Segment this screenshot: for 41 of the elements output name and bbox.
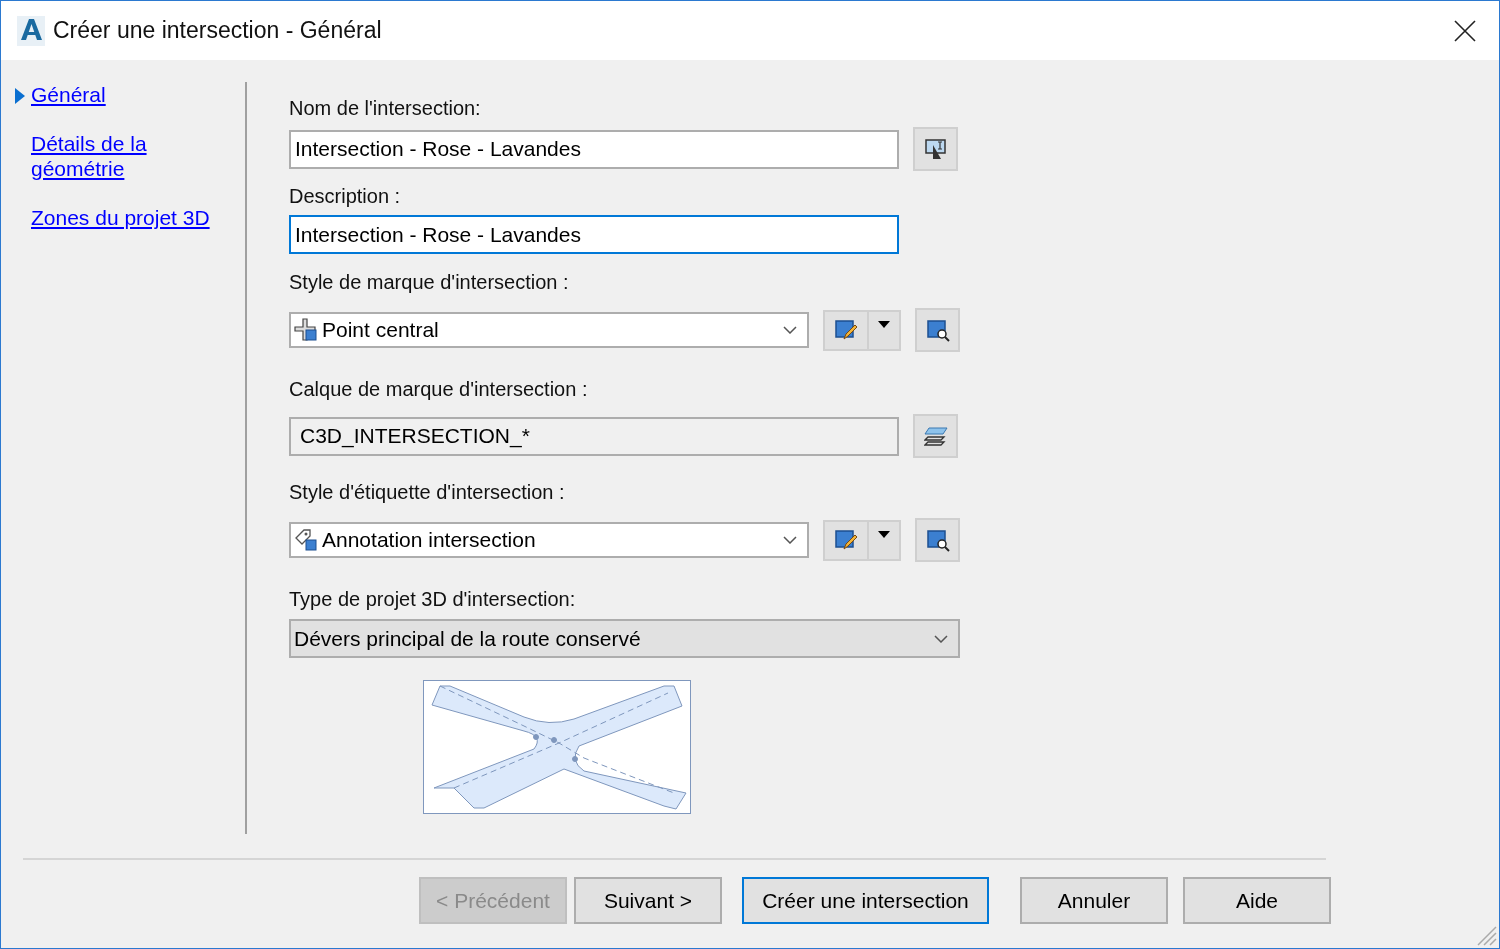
field-label: Style de marque d'intersection : — [289, 270, 570, 294]
preview-button[interactable] — [915, 518, 960, 562]
field-label: Calque de marque d'intersection : — [289, 377, 589, 401]
style-dropdown[interactable]: Annotation intersection — [289, 522, 809, 558]
preview-magnifier-icon — [925, 318, 950, 342]
field-label: Type de projet 3D d'intersection: — [289, 587, 577, 611]
edit-style-icon — [834, 318, 858, 342]
field-label: Nom de l'intersection: — [289, 96, 482, 120]
field-label: Style d'étiquette d'intersection : — [289, 480, 566, 504]
dialog-button[interactable]: Annuler — [1020, 877, 1168, 924]
chevron-down-icon — [783, 326, 797, 334]
pick-from-drawing-icon — [923, 137, 948, 161]
style-dropdown[interactable]: Point central — [289, 312, 809, 348]
text-input[interactable]: Intersection - Rose - Lavandes — [289, 129, 899, 169]
type-dropdown[interactable]: Dévers principal de la route conservé — [289, 619, 960, 658]
dialog-button[interactable]: Créer une intersection — [742, 877, 989, 924]
app-logo-icon — [17, 15, 45, 46]
dialog-button[interactable]: Aide — [1183, 877, 1331, 924]
text-input[interactable]: Intersection - Rose - Lavandes — [289, 215, 899, 254]
window-title: Créer une intersection - Général — [53, 17, 383, 44]
chevron-down-icon — [783, 536, 797, 544]
edit-style-icon — [834, 528, 858, 552]
close-icon — [1454, 19, 1476, 42]
preview-button[interactable] — [915, 308, 960, 352]
caret-icon — [878, 320, 890, 328]
layers-icon — [923, 425, 948, 447]
edit-split-button[interactable] — [823, 309, 901, 351]
sidebar-link[interactable]: Général — [31, 82, 106, 107]
caret-icon — [878, 530, 890, 538]
sidebar-link[interactable]: Zones du projet 3D — [31, 205, 210, 230]
layer-button[interactable] — [913, 414, 958, 458]
label-style-icon — [294, 528, 318, 552]
marker-style-icon — [294, 318, 318, 342]
pick-button[interactable] — [913, 127, 958, 171]
field-label: Description : — [289, 184, 402, 208]
edit-split-button[interactable] — [823, 519, 901, 561]
sidebar-link[interactable]: Détails de la géométrie — [31, 131, 239, 181]
dialog-button[interactable]: Suivant > — [574, 877, 722, 924]
readonly-input[interactable]: C3D_INTERSECTION_* — [289, 416, 899, 456]
chevron-down-icon — [934, 634, 948, 643]
preview-magnifier-icon — [925, 528, 950, 552]
